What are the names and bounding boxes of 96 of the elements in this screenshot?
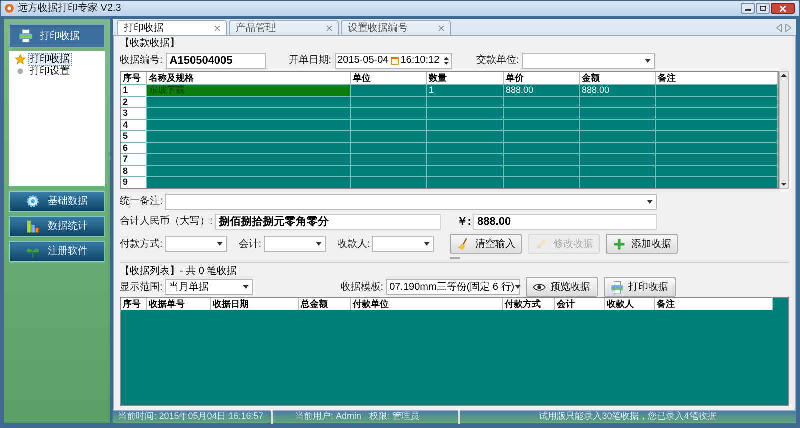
action-button[interactable]: 打印收据	[604, 277, 676, 297]
tab-close-icon[interactable]	[215, 26, 220, 30]
gear-icon	[26, 194, 40, 209]
grid-cell: 1	[427, 85, 504, 96]
dropdown-field[interactable]: 07.190mm三等份(固定 6 行)	[386, 279, 520, 295]
action-button[interactable]: 预览收据	[526, 277, 598, 297]
app-logo-icon	[5, 4, 14, 13]
receipt-number-field[interactable]: A150504005	[166, 52, 266, 68]
status-time: 当前时间: 2015年05月04日 16:16:57	[113, 410, 273, 424]
column-header: 会计	[555, 298, 605, 310]
action-button[interactable]: 添加收据	[606, 234, 678, 254]
dropdown-field[interactable]: 当月单据	[164, 279, 253, 295]
field-label: 收款人:	[338, 238, 370, 252]
column-header: 收款人	[605, 298, 655, 310]
tab-close-icon[interactable]	[439, 26, 444, 30]
field-label: 统一备注:	[120, 194, 163, 209]
tab[interactable]: 设置收据编号	[341, 20, 451, 35]
spinner-icon	[444, 56, 449, 64]
field-label: 合计人民币（大写）:	[120, 214, 213, 230]
nav-button[interactable]: 注册软件	[9, 241, 105, 262]
section-title: 【收据列表】- 共 0 笔收据	[120, 266, 238, 278]
nav-button[interactable]: 基础数据	[9, 191, 105, 212]
row-number-cell: 5	[121, 131, 147, 142]
printer-icon	[18, 29, 34, 43]
dropdown-caret-icon	[514, 285, 521, 289]
grid-cell: 东坡下载	[147, 85, 351, 96]
field-label: 显示范围:	[120, 280, 163, 294]
star-icon	[15, 54, 26, 64]
field-label: 收据模板:	[340, 280, 384, 294]
row-number-cell: 4	[121, 120, 147, 130]
row-number-cell: 1	[121, 85, 147, 96]
column-header: 序号	[121, 298, 147, 310]
tab-scroll-arrows-icon	[776, 24, 792, 32]
sidebar-header-title: 打印收据	[40, 30, 80, 44]
section-title: 【收款收据】	[120, 38, 181, 50]
grid-cell: 888.00	[580, 85, 656, 96]
column-header: 收据日期	[211, 298, 299, 310]
field-label: 交款单位:	[476, 54, 520, 68]
maximize-button[interactable]	[756, 3, 770, 14]
row-number-cell: 6	[121, 142, 147, 153]
column-header: 金额	[580, 72, 656, 84]
dropdown-caret-icon	[316, 242, 322, 246]
dropdown-field[interactable]	[164, 236, 227, 252]
plus-icon	[613, 238, 626, 250]
window-title: 远方收据打印专家 V2.3	[18, 2, 122, 16]
close-icon	[780, 6, 786, 12]
amount-in-words-field: 捌佰捌拾捌元零角零分	[214, 214, 441, 230]
printer-icon	[610, 280, 624, 294]
column-header: 单价	[504, 72, 580, 84]
dropdown-field[interactable]	[164, 194, 657, 210]
dropdown-caret-icon	[216, 242, 223, 246]
grid-cell: 888.00	[504, 85, 580, 96]
pencil-icon	[535, 238, 548, 250]
dropdown-caret-icon	[645, 58, 652, 62]
dropdown-field[interactable]	[372, 236, 434, 252]
status-user: 当前用户: Admin	[295, 410, 362, 424]
close-button[interactable]	[771, 3, 795, 14]
field-label: 收据编号:	[120, 54, 163, 68]
dropdown-caret-icon	[646, 200, 653, 204]
column-header: 付款方式	[503, 298, 555, 310]
date-time-field[interactable]: 2015-05-04 16:10:12	[334, 52, 452, 68]
dropdown-field[interactable]	[522, 52, 656, 68]
dropdown-caret-icon	[424, 242, 430, 246]
row-number-cell: 7	[121, 154, 147, 164]
column-header: 备注	[656, 72, 778, 84]
column-header: 单位	[351, 72, 427, 84]
row-number-cell: 8	[121, 166, 147, 176]
calendar-icon	[390, 56, 399, 64]
field-label: 付款方式:	[120, 238, 163, 252]
tab[interactable]: 产品管理	[229, 20, 339, 35]
tab-close-icon[interactable]	[327, 26, 332, 30]
tree-item[interactable]: 打印设置	[15, 65, 99, 77]
column-header: 数量	[427, 72, 504, 84]
vertical-scrollbar[interactable]	[779, 71, 789, 188]
bar-chart-icon	[26, 219, 40, 234]
action-button[interactable]: 清空输入	[450, 234, 522, 254]
dropdown-caret-icon	[242, 285, 249, 289]
column-header: 总金额	[299, 298, 351, 310]
column-header: 名称及规格	[147, 72, 351, 84]
tab[interactable]: 打印收据	[117, 20, 227, 35]
currency-label: ￥:	[456, 214, 472, 230]
row-number-cell: 3	[121, 108, 147, 118]
status-role: 权限: 管理员	[370, 410, 460, 424]
field-label: 会计:	[238, 238, 262, 252]
field-label: 开单日期:	[288, 54, 332, 68]
column-header: 付款单位	[351, 298, 503, 310]
row-number-cell: 2	[121, 96, 147, 107]
column-header: 序号	[121, 72, 147, 84]
nav-button[interactable]: 数据统计	[9, 216, 105, 237]
column-header: 收据单号	[147, 298, 211, 310]
row-number-cell: 9	[121, 177, 147, 188]
column-header: 备注	[655, 298, 773, 310]
minimize-button[interactable]	[741, 3, 755, 14]
dropdown-field[interactable]	[264, 236, 326, 252]
status-notice: 试用版只能录入30笔收据，您已录入4笔收据	[538, 410, 718, 424]
total-amount-field: 888.00	[473, 214, 658, 230]
